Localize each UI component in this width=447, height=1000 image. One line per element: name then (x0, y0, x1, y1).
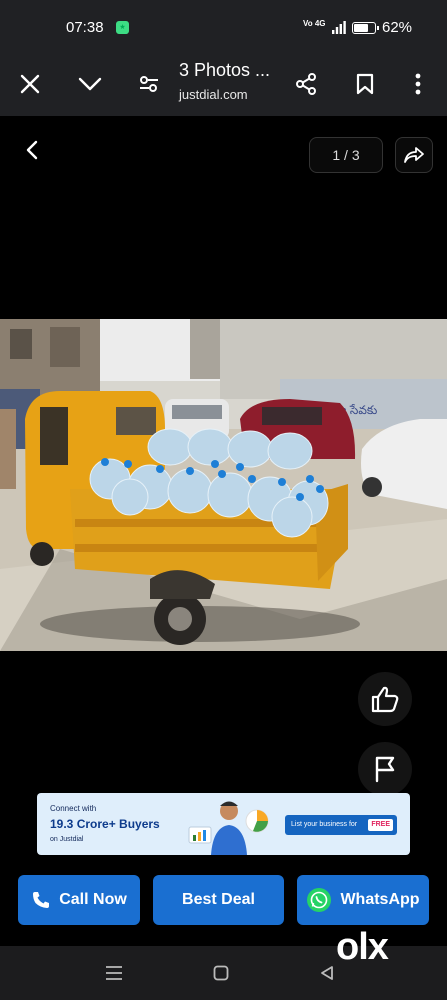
chevron-down-icon (78, 77, 102, 91)
call-now-button[interactable]: Call Now (18, 875, 140, 925)
listing-photo[interactable]: ప్రజా సేవకు (0, 319, 447, 651)
page-domain: justdial.com (179, 87, 248, 102)
flag-icon (375, 756, 395, 783)
more-vert-icon (415, 73, 421, 95)
back-triangle-icon (321, 966, 333, 980)
best-deal-button[interactable]: Best Deal (153, 875, 284, 925)
phone-icon (33, 892, 50, 908)
home-button[interactable] (206, 958, 236, 988)
system-nav-bar: olx (0, 926, 447, 1000)
signal-icon (332, 21, 346, 34)
whatsapp-button[interactable]: WhatsApp (297, 875, 429, 925)
whatsapp-label: WhatsApp (340, 891, 420, 908)
justdial-ad-banner[interactable]: Connect with 19.3 Crore+ Buyers on Justd… (37, 793, 410, 855)
app-bar: 3 Photos ... justdial.com (0, 56, 447, 116)
banner-headline: 19.3 Crore+ Buyers (50, 817, 160, 831)
more-options-button[interactable] (398, 64, 438, 104)
battery-percent: 62% (382, 19, 413, 36)
whatsapp-icon (307, 888, 332, 912)
page-settings-button[interactable] (129, 64, 169, 104)
status-time: 07:38 (66, 19, 104, 36)
tune-icon (140, 76, 158, 92)
menu-icon (106, 966, 122, 980)
close-button[interactable] (10, 64, 50, 104)
banner-cta[interactable]: List your business for FREE (285, 815, 397, 835)
call-now-label: Call Now (59, 891, 127, 908)
collapse-button[interactable] (70, 64, 110, 104)
like-button[interactable] (358, 672, 412, 726)
notification-app-icon: ★ (116, 21, 129, 34)
share-button[interactable] (286, 64, 326, 104)
battery-icon (352, 22, 379, 34)
bookmark-button[interactable] (345, 64, 385, 104)
share-icon (296, 73, 316, 95)
chevron-left-icon (26, 140, 38, 160)
home-square-icon (213, 965, 229, 981)
banner-person-illustration (188, 801, 269, 855)
photo-viewer: 1 / 3 ప్రజా సేవకు Connect with 19.3 Cror… (0, 116, 447, 946)
banner-brand: on Justdial (50, 836, 84, 843)
forward-icon (404, 147, 424, 163)
recent-apps-button[interactable] (99, 958, 129, 988)
auto-truck-water-cans-image: ప్రజా సేవకు (0, 319, 447, 651)
thumbs-up-icon (371, 686, 399, 713)
banner-free-badge: FREE (368, 819, 393, 831)
status-bar: 07:38 ★ Vo 4G 62% (0, 0, 447, 56)
close-icon (20, 74, 40, 94)
page-title: 3 Photos ... (179, 60, 271, 80)
network-type: Vo 4G (303, 19, 326, 28)
olx-watermark: olx (336, 926, 389, 968)
report-button[interactable] (358, 742, 412, 796)
photo-counter: 1 / 3 (309, 137, 383, 173)
best-deal-label: Best Deal (182, 891, 255, 908)
forward-share-button[interactable] (395, 137, 433, 173)
banner-cta-label: List your business for (291, 821, 358, 828)
page-title-block: 3 Photos ... justdial.com (179, 60, 270, 102)
back-button[interactable] (14, 132, 50, 168)
banner-line1: Connect with (50, 804, 97, 813)
bookmark-icon (356, 73, 374, 95)
